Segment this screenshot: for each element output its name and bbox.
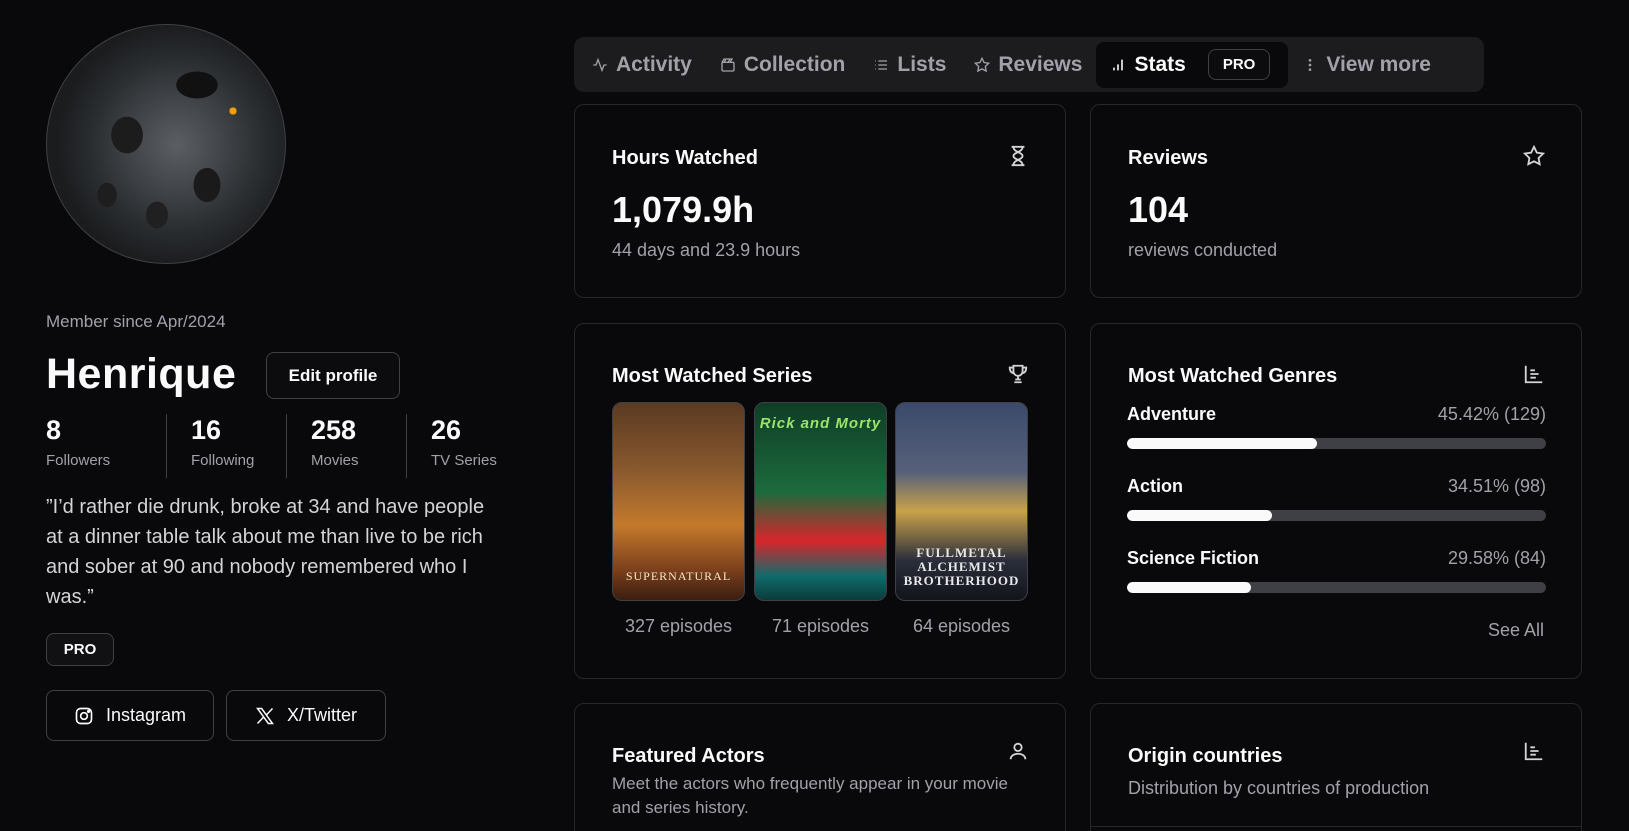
tab-label: Stats	[1134, 52, 1186, 76]
card-subtitle: Meet the actors who frequently appear in…	[612, 774, 1008, 817]
tab-label: Reviews	[998, 52, 1083, 76]
hourglass-icon	[1011, 145, 1025, 167]
profile-name: Henrique	[46, 350, 237, 398]
series-poster-rick-and-morty[interactable]: Rick and Morty	[754, 402, 887, 601]
genre-bar-fill	[1127, 582, 1251, 593]
stat-value: 8	[46, 415, 62, 445]
see-all-link[interactable]: See All	[1488, 620, 1544, 641]
star-icon	[974, 56, 991, 72]
origin-countries-card: Origin countries Distribution by countri…	[1090, 703, 1582, 831]
stat-label: Following	[191, 452, 255, 469]
genre-bar-fill	[1127, 510, 1272, 521]
genre-name: Science Fiction	[1127, 548, 1260, 568]
profile-bio-quote: ”I’d rather die drunk, broke at 34 and h…	[46, 496, 485, 608]
hours-value: 1,079.9h	[612, 189, 755, 230]
stat-label: Followers	[46, 452, 111, 469]
card-title: Reviews	[1128, 147, 1209, 169]
pro-badge: PRO	[46, 633, 114, 666]
episode-count: 64 episodes	[912, 616, 1011, 636]
poster-title: FULLMETAL ALCHEMIST BROTHERHOOD	[903, 545, 1020, 588]
episode-count: 71 episodes	[771, 616, 870, 636]
stat-label: TV Series	[431, 452, 497, 469]
tab-label: Collection	[743, 52, 846, 76]
tab-label: View more	[1326, 52, 1431, 76]
genre-value: 29.58% (84)	[1447, 548, 1546, 568]
collection-icon	[721, 57, 735, 72]
divider	[1091, 826, 1581, 827]
series-poster-supernatural[interactable]: SUPERNATURAL	[612, 402, 745, 601]
reviews-value: 104	[1128, 189, 1189, 230]
card-title: Most Watched Genres	[1128, 365, 1338, 387]
stat-label: Movies	[311, 452, 359, 469]
stat-movies[interactable]: 258 Movies	[286, 414, 406, 478]
reviews-sub: reviews conducted	[1128, 240, 1278, 260]
stat-followers[interactable]: 8 Followers	[46, 414, 166, 478]
tab-lists[interactable]: Lists	[859, 42, 960, 88]
series-poster-fullmetal-alchemist[interactable]: FULLMETAL ALCHEMIST BROTHERHOOD	[895, 402, 1028, 601]
stat-value: 16	[191, 415, 222, 445]
tab-pro-badge: PRO	[1207, 49, 1271, 80]
tab-collection[interactable]: Collection	[706, 42, 860, 88]
genre-value: 45.42% (129)	[1437, 404, 1546, 424]
bar-chart-icon	[1524, 742, 1543, 761]
stat-following[interactable]: 16 Following	[166, 414, 286, 478]
genre-bar-fill	[1127, 438, 1318, 449]
x-twitter-label: X/Twitter	[286, 705, 357, 725]
bar-chart-icon	[1524, 365, 1543, 384]
poster-title: Rick and Morty	[759, 415, 882, 432]
genre-name: Action	[1127, 476, 1183, 496]
genre-value: 34.51% (98)	[1447, 476, 1546, 496]
poster-title: SUPERNATURAL	[625, 569, 732, 583]
bar-chart-icon	[1113, 59, 1124, 70]
card-title: Hours Watched	[612, 147, 758, 169]
instagram-icon	[75, 707, 93, 724]
card-title: Most Watched Series	[612, 365, 813, 387]
card-title: Featured Actors	[612, 745, 765, 767]
tab-reviews[interactable]: Reviews	[960, 42, 1096, 88]
card-title: Origin countries	[1128, 745, 1283, 767]
stat-value: 26	[431, 415, 462, 445]
profile-stats: 8 Followers 16 Following 258 Movies 26 T…	[46, 414, 526, 478]
hours-sub: 44 days and 23.9 hours	[612, 240, 801, 260]
tab-stats[interactable]: Stats PRO	[1096, 41, 1289, 88]
genre-bar	[1127, 438, 1546, 449]
trophy-icon	[1008, 364, 1028, 384]
edit-profile-button[interactable]: Edit profile	[266, 352, 400, 399]
genre-bar	[1127, 582, 1546, 593]
reviews-card: Reviews 104 reviews conducted	[1090, 104, 1582, 298]
genre-name: Adventure	[1127, 404, 1217, 424]
featured-actors-card: Featured Actors Meet the actors who freq…	[574, 703, 1066, 831]
most-watched-genres-card: Most Watched Genres See All	[1090, 323, 1582, 679]
activity-icon	[593, 57, 607, 72]
more-vertical-icon	[1308, 58, 1312, 71]
hours-watched-card: Hours Watched 1,079.9h 44 days and 23.9 …	[574, 104, 1066, 298]
card-subtitle: Distribution by countries of production	[1128, 778, 1430, 798]
avatar	[46, 24, 286, 264]
instagram-button[interactable]: Instagram	[46, 690, 214, 741]
instagram-label: Instagram	[105, 705, 187, 725]
tab-view-more[interactable]: View more	[1288, 42, 1445, 88]
episode-count: 327 episodes	[624, 616, 733, 636]
tab-label: Lists	[897, 52, 947, 76]
star-icon	[1523, 145, 1545, 166]
stat-value: 258	[311, 415, 357, 445]
x-twitter-icon	[256, 707, 274, 724]
list-icon	[875, 59, 888, 70]
user-icon	[1009, 742, 1027, 760]
x-twitter-button[interactable]: X/Twitter	[226, 690, 386, 741]
tab-label: Activity	[616, 52, 692, 76]
member-since: Member since Apr/2024	[46, 312, 226, 331]
stat-tv-series[interactable]: 26 TV Series	[406, 414, 526, 478]
genre-bar	[1127, 510, 1546, 521]
tab-activity[interactable]: Activity	[578, 42, 706, 88]
profile-tabs: Activity Collection Lists Reviews Stats …	[574, 37, 1484, 92]
